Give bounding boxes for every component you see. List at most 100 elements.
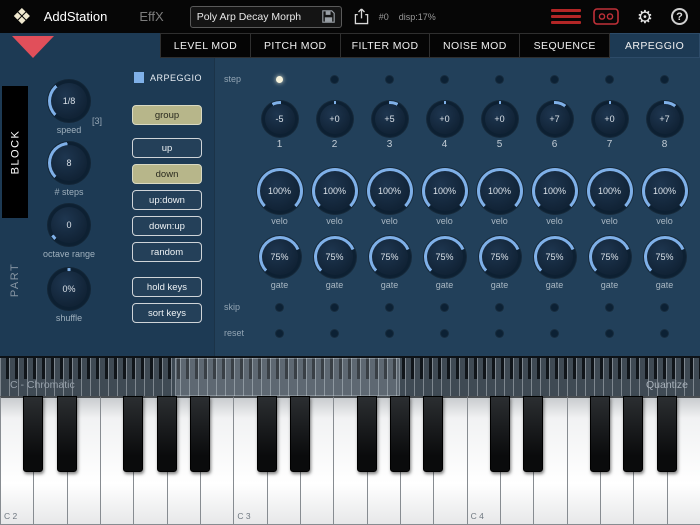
piano-key-black-5[interactable] — [156, 396, 177, 472]
step-dot-3[interactable] — [386, 75, 393, 83]
reset-dot-7[interactable] — [606, 329, 613, 337]
tab-pitch-mod[interactable]: PITCH MOD — [250, 33, 341, 58]
panel-triangle-icon[interactable] — [12, 36, 54, 58]
velo-knob-4[interactable]: 100% — [421, 168, 468, 214]
piano-key-black-11[interactable] — [356, 396, 377, 472]
minimap-view-region[interactable] — [175, 358, 400, 396]
help-icon[interactable]: ? — [671, 8, 688, 25]
preset-selector[interactable]: Poly Arp Decay Morph — [189, 5, 342, 28]
knob-steps[interactable]: 8 — [48, 142, 90, 184]
skip-dot-4[interactable] — [441, 303, 448, 311]
reset-dot-1[interactable] — [276, 329, 283, 337]
piano-key-black-15[interactable] — [490, 396, 510, 472]
piano-key-black-4[interactable] — [123, 396, 144, 472]
arp-mode-hold-keys[interactable]: hold keys — [132, 277, 202, 297]
gate-knob-3[interactable]: 75% — [368, 236, 411, 278]
piano-key-black-13[interactable] — [423, 396, 444, 472]
effx-label[interactable]: EffX — [139, 9, 163, 24]
pitch-knob-5[interactable]: +0 — [481, 100, 518, 137]
knob-octave-range[interactable]: 0 — [48, 204, 90, 246]
skip-dot-6[interactable] — [551, 303, 558, 311]
piano-key-black-12[interactable] — [390, 396, 410, 472]
piano-key-black-18[interactable] — [590, 396, 610, 472]
reset-dot-6[interactable] — [551, 329, 558, 337]
skip-dot-7[interactable] — [606, 303, 613, 311]
arp-mode-sort-keys[interactable]: sort keys — [132, 303, 202, 323]
step-dot-5[interactable] — [496, 75, 503, 83]
pitch-knob-7[interactable]: +0 — [591, 100, 628, 137]
tab-level-mod[interactable]: LEVEL MOD — [160, 33, 251, 58]
skip-dot-5[interactable] — [496, 303, 503, 311]
reset-dot-8[interactable] — [661, 329, 668, 337]
step-dot-2[interactable] — [331, 75, 338, 83]
tab-filter-mod[interactable]: FILTER MOD — [340, 33, 431, 58]
keyboard-minimap[interactable]: C - Chromatic Quantize — [0, 356, 700, 396]
piano-key-black-6[interactable] — [190, 396, 210, 472]
gate-knob-5[interactable]: 75% — [478, 236, 521, 278]
gate-knob-8[interactable]: 75% — [643, 236, 686, 278]
piano-key-black-8[interactable] — [256, 396, 277, 472]
skip-dot-2[interactable] — [331, 303, 338, 311]
reset-dot-5[interactable] — [496, 329, 503, 337]
arpeggio-toggle[interactable]: ARPEGGIO — [134, 72, 202, 83]
tab-sequence[interactable]: SEQUENCE — [520, 33, 611, 58]
share-icon[interactable] — [354, 8, 369, 25]
piano-key-black-9[interactable] — [290, 396, 310, 472]
arp-mode-down-up[interactable]: down:up — [132, 216, 202, 236]
piano-key-black-2[interactable] — [56, 396, 77, 472]
gate-knob-7[interactable]: 75% — [588, 236, 631, 278]
velo-knob-2[interactable]: 100% — [311, 168, 358, 214]
pitch-knob-6[interactable]: +7 — [536, 100, 573, 137]
velo-caption-1: velo — [271, 216, 288, 226]
reset-dot-4[interactable] — [441, 329, 448, 337]
tab-block[interactable]: BLOCK — [2, 86, 28, 218]
skip-dot-3[interactable] — [386, 303, 393, 311]
record-icon[interactable] — [593, 8, 619, 25]
skip-dot-8[interactable] — [661, 303, 668, 311]
main-panel: BLOCK PART 1/8 speed 8 # steps 0 octave range… — [0, 58, 700, 356]
velo-knob-3[interactable]: 100% — [366, 168, 413, 214]
step-dot-4[interactable] — [441, 75, 448, 83]
velo-knob-1[interactable]: 100% — [256, 168, 303, 214]
pitch-knob-8[interactable]: +7 — [646, 100, 683, 137]
step-dot-1[interactable] — [276, 75, 283, 83]
step-dot-8[interactable] — [661, 75, 668, 83]
settings-gear-icon[interactable]: ⚙ — [637, 8, 653, 26]
arpeggio-checkbox[interactable] — [134, 72, 144, 83]
piano-key-black-1[interactable] — [23, 396, 44, 472]
velo-knob-7[interactable]: 100% — [586, 168, 633, 214]
arp-mode-up-down[interactable]: up:down — [132, 190, 202, 210]
gate-knob-2[interactable]: 75% — [313, 236, 356, 278]
arp-mode-random[interactable]: random — [132, 242, 202, 262]
arp-mode-group[interactable]: group — [132, 105, 202, 125]
tab-part[interactable]: PART — [2, 230, 28, 330]
save-icon[interactable] — [321, 10, 335, 23]
gate-knob-6[interactable]: 75% — [533, 236, 576, 278]
knob-speed[interactable]: 1/8 — [48, 80, 90, 122]
knob-shuffle[interactable]: 0% — [48, 268, 90, 310]
step-dot-7[interactable] — [606, 75, 613, 83]
reset-dot-3[interactable] — [386, 329, 393, 337]
tab-noise-mod[interactable]: NOISE MOD — [430, 33, 521, 58]
pitch-knob-2[interactable]: +0 — [316, 100, 353, 137]
pitch-knob-3[interactable]: +5 — [371, 100, 408, 137]
piano-key-black-16[interactable] — [523, 396, 544, 472]
gate-knob-1[interactable]: 75% — [258, 236, 301, 278]
step-dot-6[interactable] — [551, 75, 558, 83]
quantize-button[interactable]: Quantize — [646, 379, 688, 391]
velo-knob-8[interactable]: 100% — [641, 168, 688, 214]
scale-label[interactable]: C - Chromatic — [10, 379, 75, 391]
gate-knob-4[interactable]: 75% — [423, 236, 466, 278]
tab-arpeggio[interactable]: ARPEGGIO — [610, 33, 700, 58]
skip-dot-1[interactable] — [276, 303, 283, 311]
menu-icon[interactable] — [550, 9, 581, 24]
pitch-knob-4[interactable]: +0 — [426, 100, 463, 137]
arp-mode-down[interactable]: down — [132, 164, 202, 184]
pitch-knob-1[interactable]: -5 — [261, 100, 298, 137]
arp-mode-up[interactable]: up — [132, 138, 202, 158]
piano-key-black-20[interactable] — [656, 396, 677, 472]
reset-dot-2[interactable] — [331, 329, 338, 337]
velo-knob-5[interactable]: 100% — [476, 168, 523, 214]
velo-knob-6[interactable]: 100% — [531, 168, 578, 214]
piano-key-black-19[interactable] — [623, 396, 644, 472]
